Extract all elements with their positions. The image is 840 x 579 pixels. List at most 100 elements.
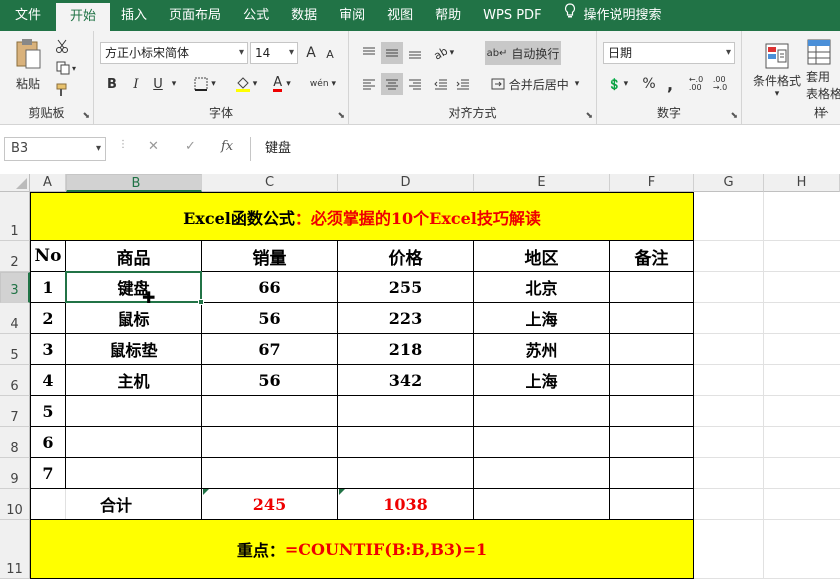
row-number-cell[interactable]: 1 (30, 272, 66, 303)
table-cell[interactable] (610, 272, 694, 303)
total-label-cell[interactable]: 合计 (30, 489, 202, 520)
table-cell[interactable]: 上海 (474, 365, 610, 396)
table-cell[interactable]: 鼠标垫 (66, 334, 202, 365)
fill-handle[interactable] (198, 299, 204, 305)
column-header-f[interactable]: F (610, 174, 694, 192)
table-cell[interactable] (474, 458, 610, 489)
table-cell[interactable] (202, 396, 338, 427)
tab-review[interactable]: 审阅 (328, 0, 376, 31)
table-cell[interactable]: 上海 (474, 303, 610, 334)
table-cell[interactable] (610, 365, 694, 396)
underline-dropdown[interactable]: ▾ (168, 73, 180, 95)
increase-indent-button[interactable] (453, 73, 473, 95)
row-header-5[interactable]: 5 (0, 334, 30, 365)
table-cell[interactable] (66, 427, 202, 458)
column-header-d[interactable]: D (338, 174, 474, 192)
underline-button[interactable]: U (148, 73, 168, 95)
bold-button[interactable]: B (102, 73, 122, 95)
row-number-cell[interactable]: 7 (30, 458, 66, 489)
phonetic-button[interactable]: wén ▾ (306, 73, 340, 95)
align-middle-button[interactable] (381, 42, 403, 64)
wrap-text-button[interactable]: ab↵ 自动换行 (485, 41, 561, 65)
percent-button[interactable]: % (639, 73, 659, 95)
table-cell[interactable] (610, 458, 694, 489)
currency-button[interactable]: 💲 ▾ (603, 73, 633, 95)
align-center-button[interactable] (381, 73, 403, 95)
row-header-8[interactable]: 8 (0, 427, 30, 458)
title-cell[interactable]: Excel函数公式 ：必须掌握的10个Excel技巧解读 (30, 192, 694, 241)
table-cell[interactable]: 56 (202, 365, 338, 396)
header-cell[interactable]: 商品 (66, 241, 202, 272)
table-cell[interactable] (338, 396, 474, 427)
table-cell[interactable] (610, 396, 694, 427)
formula-input[interactable]: 键盘 (250, 137, 840, 161)
row-number-cell[interactable]: 3 (30, 334, 66, 365)
format-as-table-button[interactable]: 套用 表格格 (806, 37, 840, 103)
number-format-select[interactable]: 日期 ▾ (603, 42, 735, 64)
grow-font-button[interactable]: A (302, 43, 320, 63)
row-number-cell[interactable]: 6 (30, 427, 66, 458)
table-cell[interactable] (610, 303, 694, 334)
column-header-b[interactable]: B (66, 174, 202, 192)
empty-cell[interactable] (610, 489, 694, 520)
header-cell[interactable]: 销量 (202, 241, 338, 272)
conditional-formatting-button[interactable]: 条件格式 ▾ (750, 37, 804, 103)
header-cell[interactable]: 地区 (474, 241, 610, 272)
header-cell[interactable]: 价格 (338, 241, 474, 272)
table-cell[interactable]: 北京 (474, 272, 610, 303)
paste-button[interactable]: 粘贴 (8, 35, 48, 95)
row-header-4[interactable]: 4 (0, 303, 30, 334)
row-header-7[interactable]: 7 (0, 396, 30, 427)
collapse-ribbon-icon[interactable]: ⌃ (822, 110, 830, 121)
column-header-a[interactable]: A (30, 174, 66, 192)
tab-wps-pdf[interactable]: WPS PDF (472, 0, 552, 31)
decrease-decimal-button[interactable]: .00 →.0 (709, 73, 731, 95)
align-right-button[interactable] (405, 73, 425, 95)
italic-button[interactable]: I (126, 73, 146, 95)
column-header-g[interactable]: G (694, 174, 764, 192)
table-cell[interactable]: 218 (338, 334, 474, 365)
increase-decimal-button[interactable]: ←.0.00 (685, 73, 707, 95)
header-cell[interactable]: 备注 (610, 241, 694, 272)
table-cell[interactable]: 223 (338, 303, 474, 334)
table-cell[interactable] (610, 334, 694, 365)
row-header-2[interactable]: 2 (0, 241, 30, 272)
table-cell[interactable]: 255 (338, 272, 474, 303)
font-name-select[interactable]: 方正小标宋简体 ▾ (100, 42, 248, 64)
enter-icon[interactable]: ✓ (185, 139, 196, 154)
align-left-button[interactable] (359, 73, 379, 95)
dialog-launcher-icon[interactable]: ⬊ (82, 111, 90, 121)
empty-cell[interactable] (474, 489, 610, 520)
total-price-cell[interactable]: 1038 (338, 489, 474, 520)
column-header-h[interactable]: H (764, 174, 840, 192)
table-cell[interactable] (474, 396, 610, 427)
row-header-3[interactable]: 3 (0, 272, 30, 303)
column-header-c[interactable]: C (202, 174, 338, 192)
tab-view[interactable]: 视图 (376, 0, 424, 31)
shrink-font-button[interactable]: A (322, 45, 338, 63)
table-cell[interactable] (338, 458, 474, 489)
tab-help[interactable]: 帮助 (424, 0, 472, 31)
table-cell[interactable] (202, 427, 338, 458)
row-number-cell[interactable]: 2 (30, 303, 66, 334)
table-cell[interactable]: 56 (202, 303, 338, 334)
table-cell[interactable] (202, 458, 338, 489)
row-header-10[interactable]: 10 (0, 489, 30, 520)
table-cell[interactable]: 鼠标 (66, 303, 202, 334)
dialog-launcher-icon[interactable]: ⬊ (337, 111, 345, 121)
comma-button[interactable]: , (661, 73, 679, 95)
tab-insert[interactable]: 插入 (110, 0, 158, 31)
table-cell[interactable]: 342 (338, 365, 474, 396)
column-header-e[interactable]: E (474, 174, 610, 192)
align-bottom-button[interactable] (405, 42, 425, 64)
align-top-button[interactable] (359, 42, 379, 64)
total-sales-cell[interactable]: 245 (202, 489, 338, 520)
tab-home[interactable]: 开始 (56, 3, 111, 31)
table-cell[interactable] (66, 396, 202, 427)
cut-button[interactable] (52, 37, 72, 55)
fill-color-button[interactable]: ▾ (230, 73, 262, 95)
orientation-button[interactable]: ab ▾ (429, 42, 459, 64)
table-cell[interactable] (610, 427, 694, 458)
font-size-select[interactable]: 14 ▾ (250, 42, 298, 64)
merge-center-button[interactable]: 合并后居中 ▾ (485, 73, 585, 95)
